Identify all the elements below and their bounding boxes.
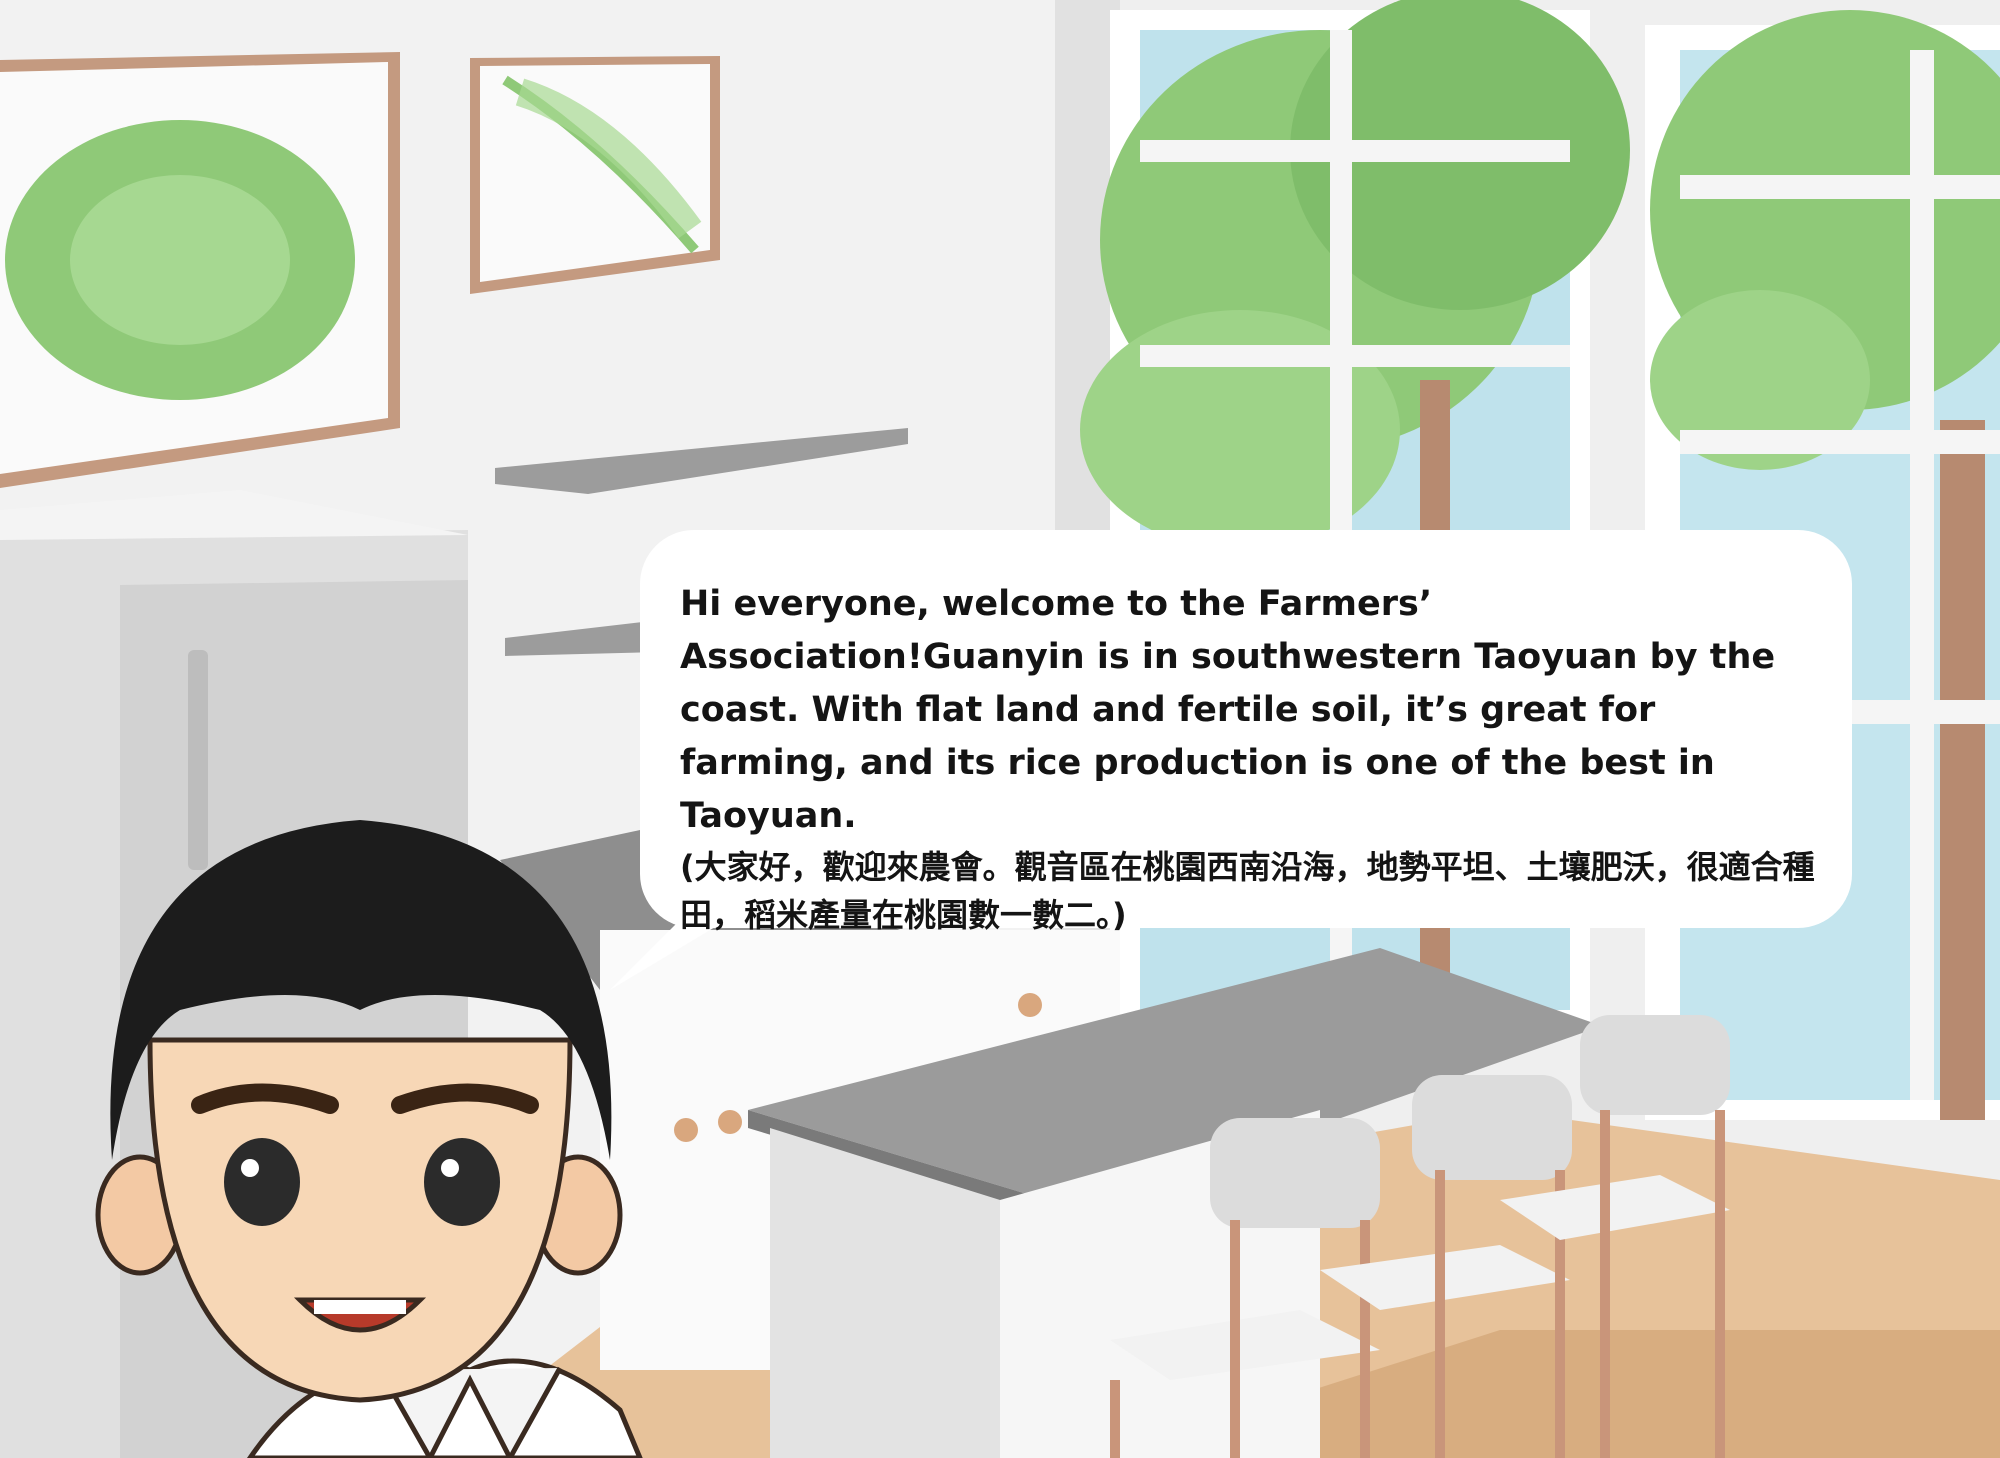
speech-bubble: Hi everyone, welcome to the Farmers’ Ass… — [640, 530, 1852, 934]
dialogue-text-english: Hi everyone, welcome to the Farmers’ Ass… — [680, 584, 1776, 836]
monstera-picture-frame — [0, 52, 400, 488]
cabinet-knob — [1018, 993, 1042, 1017]
cabinet-knob — [674, 1118, 698, 1142]
cabinet-knob — [718, 1110, 742, 1134]
character-eye-right — [424, 1138, 500, 1226]
fridge-handle — [188, 650, 208, 870]
character-eye-left — [224, 1138, 300, 1226]
fern-picture-frame — [470, 56, 720, 294]
dialogue-text-chinese: (大家好，歡迎來農會。觀音區在桃園西南沿海，地勢平坦、土壤肥沃，很適合種田，稻米… — [680, 848, 1815, 934]
